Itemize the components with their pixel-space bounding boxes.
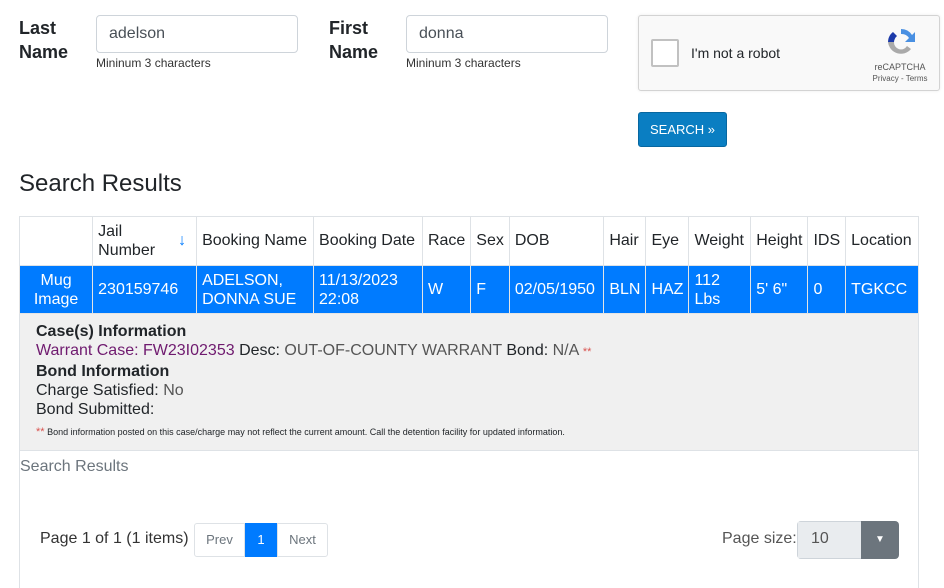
- table-row[interactable]: Mug Image 230159746 ADELSON, DONNA SUE 1…: [18, 265, 919, 314]
- desc-label: Desc:: [239, 342, 280, 359]
- next-button[interactable]: Next: [277, 523, 328, 557]
- submitted-label: Bond Submitted:: [36, 401, 155, 418]
- page-size-value: 10: [797, 521, 861, 559]
- results-table: Jail Number ↓ Booking Name Booking Date R…: [18, 216, 919, 451]
- col-booking-date[interactable]: Booking Date: [313, 216, 423, 266]
- last-name-label: Last Name: [19, 18, 69, 62]
- col-jail-number-label: Jail Number: [98, 223, 156, 259]
- col-dob[interactable]: DOB: [508, 216, 605, 266]
- bond-value: N/A: [552, 342, 579, 359]
- recaptcha-links[interactable]: Privacy - Terms: [865, 74, 935, 83]
- cell-ids: 0: [807, 265, 847, 314]
- last-name-help: Mininum 3 characters: [96, 56, 211, 70]
- charge-value: No: [163, 382, 184, 399]
- last-name-input[interactable]: [96, 15, 298, 53]
- desc-value: OUT-OF-COUNTY WARRANT: [284, 342, 502, 359]
- charge-label: Charge Satisfied:: [36, 382, 159, 399]
- cell-booking-date: 11/13/2023 22:08: [313, 265, 423, 314]
- caret-down-icon[interactable]: ▼: [861, 521, 899, 559]
- recaptcha-brand: reCAPTCHA: [874, 62, 926, 72]
- col-hair[interactable]: Hair: [603, 216, 647, 266]
- sort-down-icon: ↓: [178, 232, 187, 249]
- recaptcha-label: I'm not a robot: [691, 45, 781, 61]
- pager-panel: Search Results Page 1 of 1 (1 items) Pre…: [19, 443, 919, 588]
- col-weight[interactable]: Weight: [688, 216, 752, 266]
- first-name-label: First Name: [329, 18, 379, 62]
- col-booking-name[interactable]: Booking Name: [196, 216, 315, 266]
- search-button[interactable]: SEARCH »: [638, 112, 727, 147]
- col-height[interactable]: Height: [750, 216, 809, 266]
- recaptcha-widget: I'm not a robot reCAPTCHA Privacy - Term…: [638, 15, 940, 91]
- col-jail-number[interactable]: Jail Number ↓: [92, 216, 198, 266]
- col-eye[interactable]: Eye: [645, 216, 690, 266]
- warrant-label: Warrant Case:: [36, 342, 139, 359]
- page-summary: Page 1 of 1 (1 items): [40, 530, 189, 547]
- cell-booking-name: ADELSON, DONNA SUE: [196, 265, 315, 314]
- cell-eye: HAZ: [645, 265, 690, 314]
- note-asterisks: **: [36, 426, 45, 438]
- page-size-label: Page size:: [722, 530, 797, 547]
- mug-image[interactable]: Mug Image: [18, 265, 94, 314]
- first-name-input[interactable]: [406, 15, 608, 53]
- col-ids[interactable]: IDS: [807, 216, 847, 266]
- prev-button[interactable]: Prev: [194, 523, 245, 557]
- cell-race: W: [421, 265, 472, 314]
- results-heading: Search Results: [19, 170, 182, 197]
- col-mug: [18, 216, 94, 266]
- cell-location: TGKCC: [845, 265, 919, 314]
- page-1-button[interactable]: 1: [245, 523, 277, 557]
- first-name-help: Mininum 3 characters: [406, 56, 521, 70]
- bond-heading: Bond Information: [36, 363, 170, 380]
- case-heading: Case(s) Information: [36, 323, 187, 340]
- page-size-select[interactable]: 10 ▼: [797, 521, 899, 559]
- cell-weight: 112 Lbs: [688, 265, 752, 314]
- col-race[interactable]: Race: [421, 216, 472, 266]
- cell-sex: F: [470, 265, 510, 314]
- bond-note: Bond information posted on this case/cha…: [47, 427, 565, 437]
- recaptcha-checkbox[interactable]: [651, 39, 679, 67]
- col-sex[interactable]: Sex: [470, 216, 510, 266]
- detail-row: Case(s) Information Warrant Case: FW23I0…: [19, 313, 919, 451]
- header-row: Jail Number ↓ Booking Name Booking Date R…: [18, 216, 919, 266]
- cell-dob: 02/05/1950: [508, 265, 605, 314]
- warrant-value: FW23I02353: [143, 342, 235, 359]
- recaptcha-logo-icon: [885, 26, 917, 58]
- col-location[interactable]: Location: [845, 216, 919, 266]
- bond-label: Bond:: [506, 342, 549, 359]
- cell-hair: BLN: [603, 265, 647, 314]
- cell-height: 5' 6": [750, 265, 809, 314]
- bond-asterisks: **: [582, 346, 592, 358]
- cell-jail-number: 230159746: [92, 265, 198, 314]
- table-caption: Search Results: [20, 458, 129, 475]
